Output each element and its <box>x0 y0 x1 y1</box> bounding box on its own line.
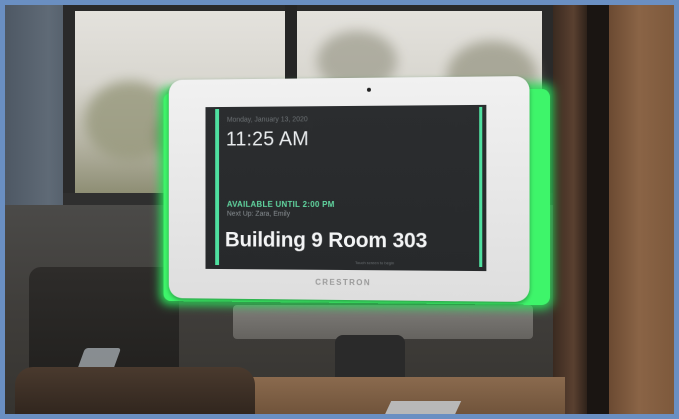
wall-mount <box>233 305 533 339</box>
keyboard <box>382 401 462 414</box>
next-meeting: Next Up: Zara, Emily <box>226 210 291 218</box>
accent-bar-right <box>479 106 483 268</box>
brand-logo: CRESTRON <box>315 277 372 288</box>
touch-hint: Touch screen to begin <box>354 260 395 266</box>
accent-bar-left <box>215 108 220 266</box>
availability-status: AVAILABLE UNTIL 2:00 PM <box>226 199 335 209</box>
door-frame <box>553 5 587 414</box>
camera-dot <box>366 87 371 92</box>
touch-screen[interactable]: Monday, January 13, 2020 11:25 AM AVAILA… <box>205 104 487 272</box>
foreground-chair <box>15 367 255 414</box>
date-text: Monday, January 13, 2020 <box>226 116 308 124</box>
photo-frame: Monday, January 13, 2020 11:25 AM AVAILA… <box>0 0 679 419</box>
room-name: Building 9 Room 303 <box>224 228 428 253</box>
door-edge <box>587 5 609 414</box>
touch-panel-device: Monday, January 13, 2020 11:25 AM AVAILA… <box>168 76 530 302</box>
door <box>609 5 674 414</box>
clock-time: 11:25 AM <box>225 128 309 151</box>
